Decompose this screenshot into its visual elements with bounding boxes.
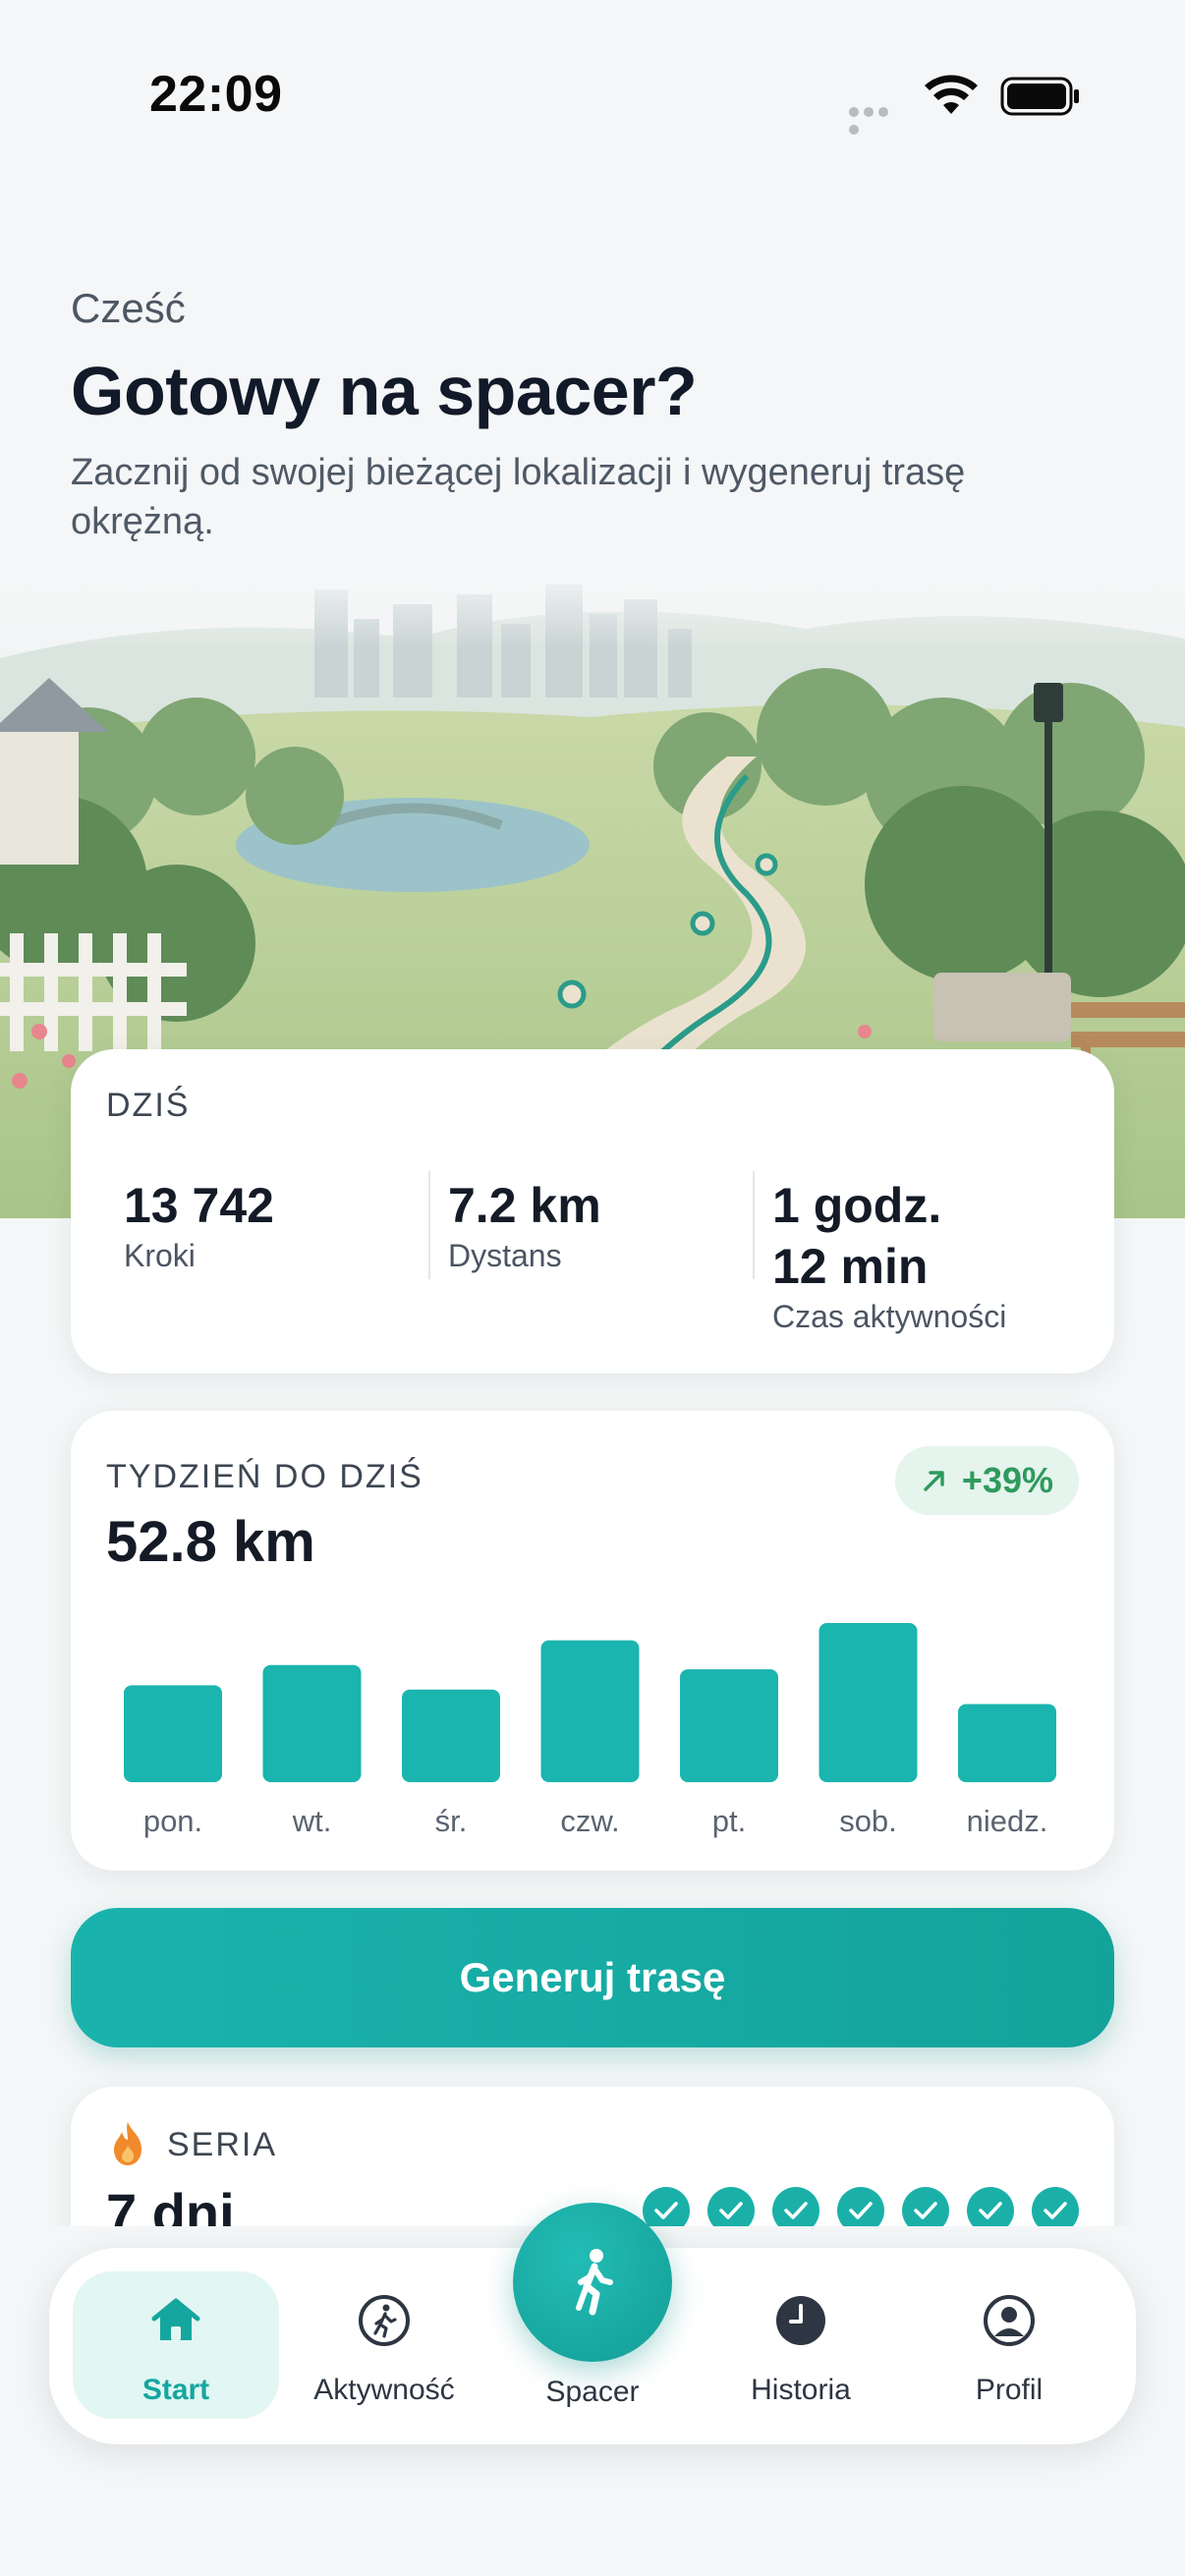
active-time-stat: 1 godz. 12 min Czas aktywności <box>772 1175 1006 1335</box>
active-time-value-hours: 1 godz. <box>772 1178 942 1233</box>
nav-label-walk: Spacer <box>545 2376 640 2408</box>
divider <box>753 1171 755 1279</box>
distance-label: Dystans <box>448 1238 562 1273</box>
bar-6 <box>958 1704 1056 1782</box>
bar-3 <box>540 1640 640 1782</box>
week-bar-chart: pon. wt. śr. czw. pt. sob. niedz. <box>124 1623 1056 1838</box>
status-time: 22:09 <box>149 66 283 123</box>
active-time-value-minutes: 12 min <box>772 1239 929 1294</box>
nav-item-activity[interactable]: Aktywność <box>281 2271 487 2419</box>
wifi-icon <box>925 75 978 114</box>
divider <box>428 1171 430 1279</box>
nav-item-start[interactable]: Start <box>73 2271 279 2419</box>
status-bar: 22:09 <box>0 0 1185 196</box>
home-icon <box>151 2298 200 2340</box>
nav-item-history[interactable]: Historia <box>698 2271 904 2419</box>
bar-label-1: wt. <box>292 1804 332 1838</box>
bar-label-5: sob. <box>839 1804 897 1838</box>
steps-stat: 13 742 Kroki <box>124 1175 274 1274</box>
start-walk-button[interactable] <box>513 2203 672 2362</box>
clock-icon <box>776 2296 825 2345</box>
steps-label: Kroki <box>124 1238 196 1273</box>
bar-5 <box>818 1623 918 1782</box>
nav-label-activity: Aktywność <box>313 2374 455 2406</box>
page-title: Gotowy na spacer? <box>71 353 698 429</box>
nav-label-history: Historia <box>751 2374 851 2406</box>
bar-label-6: niedz. <box>967 1804 1048 1838</box>
nav-item-profile[interactable]: Profil <box>906 2271 1112 2419</box>
nav-label-start: Start <box>141 2374 210 2406</box>
greeting-hello: Cześć <box>71 285 186 331</box>
signal-dots-icon <box>849 104 906 135</box>
bar-4 <box>680 1669 778 1782</box>
bar-label-0: pon. <box>143 1804 202 1838</box>
active-time-label: Czas aktywności <box>772 1299 1007 1334</box>
week-card[interactable]: TYDZIEŃ DO DZIŚ 52.8 km +39% pon. wt. śr. c… <box>71 1411 1114 1871</box>
bar-0 <box>124 1685 222 1782</box>
nav-label-profile: Profil <box>975 2374 1044 2406</box>
greeting-subtitle: Zacznij od swojej bieżącej lokalizacji i… <box>71 452 966 542</box>
bar-1 <box>262 1664 362 1782</box>
battery-icon <box>1000 77 1079 116</box>
streak-label: SERIA <box>167 2126 278 2163</box>
bar-label-2: śr. <box>435 1804 468 1838</box>
profile-icon <box>984 2295 1035 2346</box>
flame-icon <box>114 2122 141 2165</box>
distance-stat: 7.2 km Dystans <box>448 1175 601 1274</box>
generate-route-button[interactable]: Generuj trasę <box>71 1908 1114 2047</box>
walking-circle-icon <box>359 2295 410 2346</box>
today-card: DZIŚ 13 742 Kroki 7.2 km Dystans 1 godz.… <box>71 1049 1114 1373</box>
distance-value: 7.2 km <box>448 1178 601 1233</box>
walking-person-icon <box>576 2249 613 2316</box>
bar-2 <box>402 1689 500 1782</box>
today-label: DZIŚ <box>106 1087 191 1124</box>
bar-label-3: czw. <box>560 1804 619 1838</box>
bar-label-4: pt. <box>712 1804 746 1838</box>
steps-value: 13 742 <box>124 1178 274 1233</box>
